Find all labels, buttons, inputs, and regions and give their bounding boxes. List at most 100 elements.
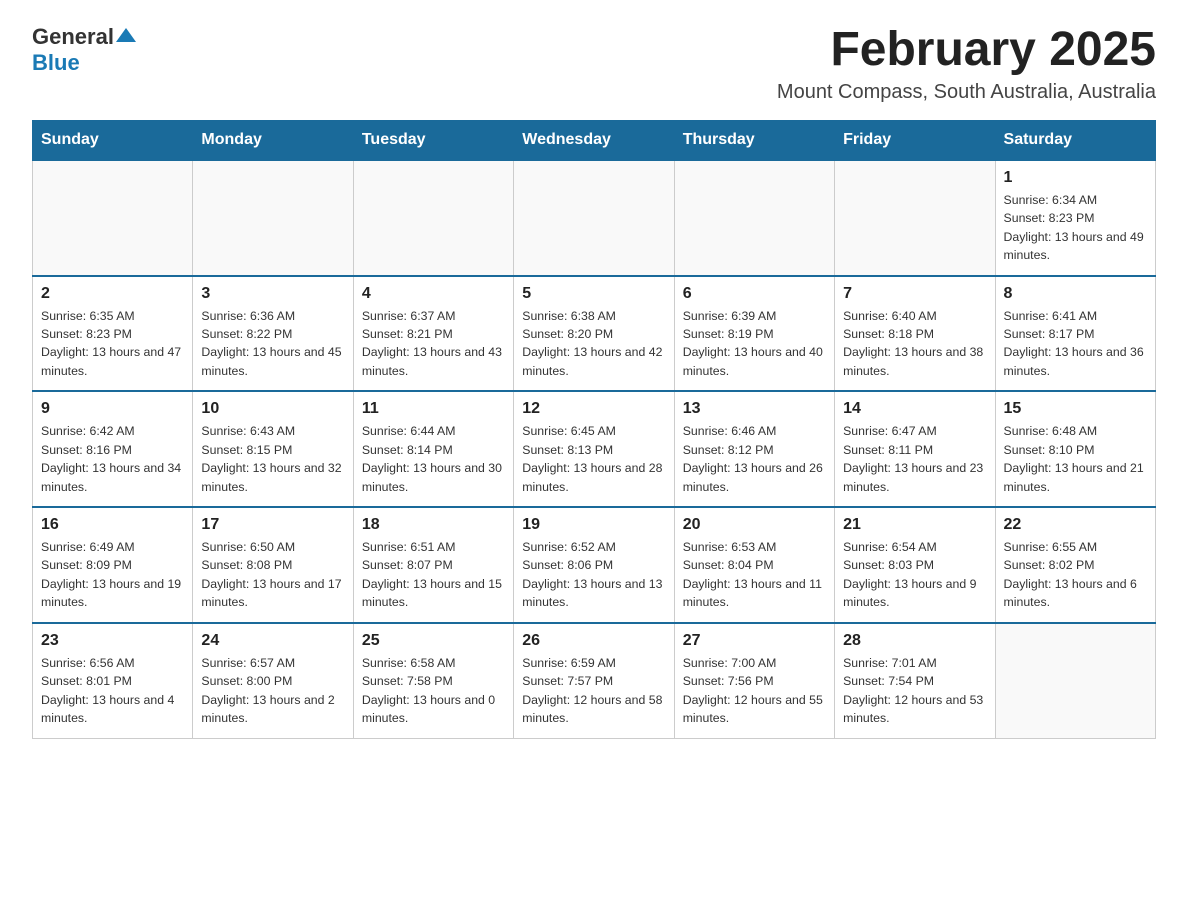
- calendar-cell: 18Sunrise: 6:51 AM Sunset: 8:07 PM Dayli…: [353, 507, 513, 623]
- day-number: 1: [1004, 169, 1147, 187]
- day-number: 12: [522, 400, 665, 418]
- calendar-cell: 17 Sunrise: 6:50 AM Sunset: 8:08 PM Dayli…: [193, 507, 353, 623]
- calendar-cell: [353, 160, 513, 276]
- location-title: Mount Compass, South Australia, Australi…: [777, 81, 1156, 104]
- day-number: 11: [362, 400, 505, 418]
- calendar-cell: [33, 160, 193, 276]
- logo-blue: Blue: [32, 50, 80, 76]
- calendar-cell: 9 Sunrise: 6:42 AM Sunset: 8:16 PM Daylig…: [33, 391, 193, 507]
- calendar-week-3: 9 Sunrise: 6:42 AM Sunset: 8:16 PM Daylig…: [33, 391, 1156, 507]
- day-info: Sunrise: 6:37 AM Sunset: 8:21 PM Dayligh…: [362, 307, 505, 381]
- day-number: 8: [1004, 285, 1147, 303]
- day-number: 25: [362, 632, 505, 650]
- day-number: 15: [1004, 400, 1147, 418]
- calendar-cell: 12 Sunrise: 6:45 AM Sunset: 8:13 PM Dayli…: [514, 391, 674, 507]
- day-info: Sunrise: 6:44 AM Sunset: 8:14 PM Dayligh…: [362, 422, 505, 496]
- header-friday: Friday: [835, 120, 995, 160]
- day-number: 17: [201, 516, 344, 534]
- calendar-cell: [674, 160, 834, 276]
- header-sunday: Sunday: [33, 120, 193, 160]
- calendar-cell: 21Sunrise: 6:54 AM Sunset: 8:03 PM Dayli…: [835, 507, 995, 623]
- calendar-cell: 16 Sunrise: 6:49 AM Sunset: 8:09 PM Dayli…: [33, 507, 193, 623]
- day-number: 23: [41, 632, 184, 650]
- calendar-cell: [193, 160, 353, 276]
- day-number: 9: [41, 400, 184, 418]
- day-info: Sunrise: 6:52 AM Sunset: 8:06 PM Dayligh…: [522, 538, 665, 612]
- calendar-cell: 4 Sunrise: 6:37 AM Sunset: 8:21 PM Daylig…: [353, 276, 513, 392]
- calendar-cell: 23 Sunrise: 6:56 AM Sunset: 8:01 PM Dayli…: [33, 623, 193, 738]
- header-saturday: Saturday: [995, 120, 1155, 160]
- weekday-header-row: Sunday Monday Tuesday Wednesday Thursday…: [33, 120, 1156, 160]
- day-number: 14: [843, 400, 986, 418]
- calendar-cell: [995, 623, 1155, 738]
- day-info: Sunrise: 6:59 AM Sunset: 7:57 PM Dayligh…: [522, 654, 665, 728]
- day-info: Sunrise: 6:34 AM Sunset: 8:23 PM Dayligh…: [1004, 191, 1147, 265]
- day-number: 27: [683, 632, 826, 650]
- header-tuesday: Tuesday: [353, 120, 513, 160]
- month-title: February 2025: [777, 24, 1156, 77]
- day-info: Sunrise: 6:49 AM Sunset: 8:09 PM Dayligh…: [41, 538, 184, 612]
- header-thursday: Thursday: [674, 120, 834, 160]
- header: General Blue February 2025 Mount Compass…: [32, 24, 1156, 104]
- day-info: Sunrise: 7:01 AM Sunset: 7:54 PM Dayligh…: [843, 654, 986, 728]
- header-wednesday: Wednesday: [514, 120, 674, 160]
- day-info: Sunrise: 6:45 AM Sunset: 8:13 PM Dayligh…: [522, 422, 665, 496]
- calendar-cell: 7 Sunrise: 6:40 AM Sunset: 8:18 PM Daylig…: [835, 276, 995, 392]
- calendar-cell: 26 Sunrise: 6:59 AM Sunset: 7:57 PM Dayli…: [514, 623, 674, 738]
- calendar-table: Sunday Monday Tuesday Wednesday Thursday…: [32, 120, 1156, 739]
- calendar-cell: 10 Sunrise: 6:43 AM Sunset: 8:15 PM Dayli…: [193, 391, 353, 507]
- calendar-cell: 19 Sunrise: 6:52 AM Sunset: 8:06 PM Dayli…: [514, 507, 674, 623]
- calendar-cell: 11 Sunrise: 6:44 AM Sunset: 8:14 PM Dayli…: [353, 391, 513, 507]
- calendar-week-1: 1 Sunrise: 6:34 AM Sunset: 8:23 PM Daylig…: [33, 160, 1156, 276]
- day-number: 22: [1004, 516, 1147, 534]
- day-number: 7: [843, 285, 986, 303]
- day-info: Sunrise: 6:51 AM Sunset: 8:07 PM Dayligh…: [362, 538, 505, 612]
- calendar-week-4: 16 Sunrise: 6:49 AM Sunset: 8:09 PM Dayli…: [33, 507, 1156, 623]
- day-number: 24: [201, 632, 344, 650]
- day-info: Sunrise: 6:43 AM Sunset: 8:15 PM Dayligh…: [201, 422, 344, 496]
- calendar-week-2: 2 Sunrise: 6:35 AM Sunset: 8:23 PM Daylig…: [33, 276, 1156, 392]
- calendar-cell: 8 Sunrise: 6:41 AM Sunset: 8:17 PM Daylig…: [995, 276, 1155, 392]
- day-info: Sunrise: 6:48 AM Sunset: 8:10 PM Dayligh…: [1004, 422, 1147, 496]
- header-monday: Monday: [193, 120, 353, 160]
- calendar-cell: 2 Sunrise: 6:35 AM Sunset: 8:23 PM Daylig…: [33, 276, 193, 392]
- title-area: February 2025 Mount Compass, South Austr…: [777, 24, 1156, 104]
- day-info: Sunrise: 6:50 AM Sunset: 8:08 PM Dayligh…: [201, 538, 344, 612]
- day-info: Sunrise: 6:42 AM Sunset: 8:16 PM Dayligh…: [41, 422, 184, 496]
- day-number: 26: [522, 632, 665, 650]
- day-info: Sunrise: 6:53 AM Sunset: 8:04 PM Dayligh…: [683, 538, 826, 612]
- day-number: 4: [362, 285, 505, 303]
- calendar-cell: [514, 160, 674, 276]
- calendar-cell: 20 Sunrise: 6:53 AM Sunset: 8:04 PM Dayli…: [674, 507, 834, 623]
- day-number: 16: [41, 516, 184, 534]
- day-info: Sunrise: 6:47 AM Sunset: 8:11 PM Dayligh…: [843, 422, 986, 496]
- calendar-cell: 27 Sunrise: 7:00 AM Sunset: 7:56 PM Dayli…: [674, 623, 834, 738]
- calendar-cell: [835, 160, 995, 276]
- day-number: 5: [522, 285, 665, 303]
- calendar-cell: 6Sunrise: 6:39 AM Sunset: 8:19 PM Daylig…: [674, 276, 834, 392]
- day-info: Sunrise: 6:40 AM Sunset: 8:18 PM Dayligh…: [843, 307, 986, 381]
- day-info: Sunrise: 7:00 AM Sunset: 7:56 PM Dayligh…: [683, 654, 826, 728]
- calendar-cell: 1 Sunrise: 6:34 AM Sunset: 8:23 PM Daylig…: [995, 160, 1155, 276]
- day-info: Sunrise: 6:41 AM Sunset: 8:17 PM Dayligh…: [1004, 307, 1147, 381]
- calendar-cell: 28Sunrise: 7:01 AM Sunset: 7:54 PM Dayli…: [835, 623, 995, 738]
- day-info: Sunrise: 6:36 AM Sunset: 8:22 PM Dayligh…: [201, 307, 344, 381]
- day-info: Sunrise: 6:38 AM Sunset: 8:20 PM Dayligh…: [522, 307, 665, 381]
- calendar-cell: 5 Sunrise: 6:38 AM Sunset: 8:20 PM Daylig…: [514, 276, 674, 392]
- calendar-cell: 3Sunrise: 6:36 AM Sunset: 8:22 PM Daylig…: [193, 276, 353, 392]
- day-number: 2: [41, 285, 184, 303]
- day-number: 13: [683, 400, 826, 418]
- day-number: 6: [683, 285, 826, 303]
- logo: General Blue: [32, 24, 136, 76]
- calendar-cell: 13 Sunrise: 6:46 AM Sunset: 8:12 PM Dayli…: [674, 391, 834, 507]
- day-info: Sunrise: 6:46 AM Sunset: 8:12 PM Dayligh…: [683, 422, 826, 496]
- day-number: 19: [522, 516, 665, 534]
- day-info: Sunrise: 6:56 AM Sunset: 8:01 PM Dayligh…: [41, 654, 184, 728]
- day-info: Sunrise: 6:55 AM Sunset: 8:02 PM Dayligh…: [1004, 538, 1147, 612]
- calendar-cell: 14 Sunrise: 6:47 AM Sunset: 8:11 PM Dayli…: [835, 391, 995, 507]
- day-number: 10: [201, 400, 344, 418]
- day-info: Sunrise: 6:35 AM Sunset: 8:23 PM Dayligh…: [41, 307, 184, 381]
- day-number: 20: [683, 516, 826, 534]
- logo-general: General: [32, 24, 114, 50]
- calendar-week-5: 23 Sunrise: 6:56 AM Sunset: 8:01 PM Dayli…: [33, 623, 1156, 738]
